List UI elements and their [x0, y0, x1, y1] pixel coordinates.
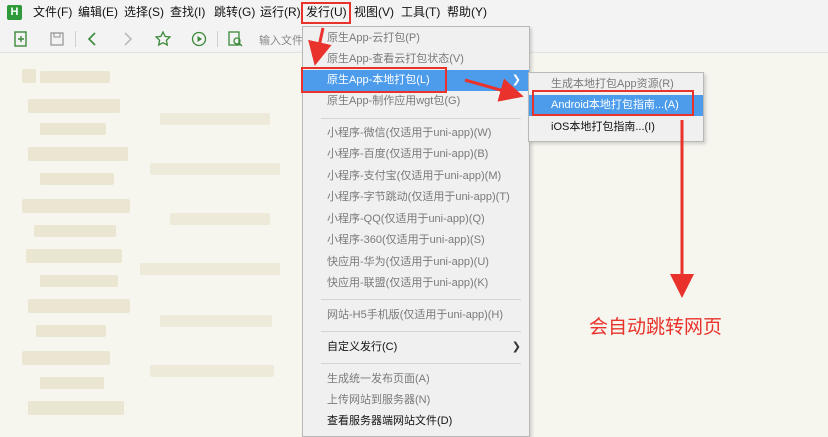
menu-find[interactable]: 查找(I): [170, 0, 205, 25]
menu-item-mp-toutiao[interactable]: 小程序-字节跳动(仅适用于uni-app)(T): [303, 187, 529, 208]
blurred-line: [28, 401, 124, 415]
menu-item-upload-server[interactable]: 上传网站到服务器(N): [303, 390, 529, 411]
menu-item-cloud-package-status[interactable]: 原生App-查看云打包状态(V): [303, 49, 529, 70]
menu-goto[interactable]: 跳转(G): [214, 0, 255, 25]
menu-item-mp-weixin[interactable]: 小程序-微信(仅适用于uni-app)(W): [303, 123, 529, 144]
blurred-line: [160, 113, 270, 125]
menu-item-local-package[interactable]: 原生App-本地打包(L) ❯: [303, 70, 529, 91]
blurred-line: [22, 69, 36, 83]
menu-item-custom-publish[interactable]: 自定义发行(C) ❯: [303, 337, 529, 358]
blurred-line: [28, 147, 128, 161]
blurred-line: [150, 163, 280, 175]
submenu-item-generate-resources[interactable]: 生成本地打包App资源(R): [529, 74, 703, 95]
annotation-text: 会自动跳转网页: [589, 316, 723, 338]
menu-file[interactable]: 文件(F): [33, 0, 72, 25]
blurred-line: [40, 377, 104, 389]
blurred-line: [26, 249, 122, 263]
menu-divider: [321, 118, 521, 119]
new-file-icon[interactable]: [12, 30, 30, 48]
menu-item-wgt-package[interactable]: 原生App-制作应用wgt包(G): [303, 91, 529, 112]
forward-arrow-icon[interactable]: [118, 30, 136, 48]
blurred-line: [28, 299, 130, 313]
menu-divider: [321, 363, 521, 364]
blurred-line: [40, 71, 110, 83]
menu-item-mp-alipay[interactable]: 小程序-支付宝(仅适用于uni-app)(M): [303, 166, 529, 187]
menu-item-cloud-package[interactable]: 原生App-云打包(P): [303, 28, 529, 49]
submenu-item-android-guide[interactable]: Android本地打包指南...(A): [529, 95, 703, 116]
star-icon[interactable]: [154, 30, 172, 48]
toolbar-divider: [75, 31, 76, 47]
blurred-line: [160, 315, 272, 327]
menu-item-custom-publish-label: 自定义发行(C): [327, 341, 398, 353]
menu-edit[interactable]: 编辑(E): [78, 0, 118, 25]
menu-divider: [321, 331, 521, 332]
search-input[interactable]: 输入文件: [259, 32, 303, 48]
menu-select[interactable]: 选择(S): [124, 0, 164, 25]
menu-help[interactable]: 帮助(Y): [447, 0, 487, 25]
menu-item-quickapp-huawei[interactable]: 快应用-华为(仅适用于uni-app)(U): [303, 252, 529, 273]
blurred-line: [40, 275, 118, 287]
blurred-line: [28, 99, 120, 113]
save-icon[interactable]: [48, 30, 66, 48]
menu-divider: [321, 299, 521, 300]
blurred-line: [36, 325, 106, 337]
blurred-line: [150, 365, 274, 377]
blurred-line: [34, 225, 116, 237]
menu-item-view-server-files[interactable]: 查看服务器端网站文件(D): [303, 411, 529, 432]
menu-bar: H 文件(F) 编辑(E) 选择(S) 查找(I) 跳转(G) 运行(R) 发行…: [0, 0, 828, 25]
blurred-line: [22, 351, 110, 365]
toolbar-divider: [217, 31, 218, 47]
run-icon[interactable]: [190, 30, 208, 48]
menu-run[interactable]: 运行(R): [260, 0, 301, 25]
menu-view[interactable]: 视图(V): [354, 0, 394, 25]
blurred-line: [140, 263, 280, 275]
hbuilder-logo-icon: H: [7, 5, 22, 20]
preview-icon[interactable]: [226, 30, 244, 48]
local-package-submenu: 生成本地打包App资源(R) Android本地打包指南...(A) iOS本地…: [528, 72, 704, 142]
blurred-line: [170, 213, 270, 225]
menu-item-mp-baidu[interactable]: 小程序-百度(仅适用于uni-app)(B): [303, 144, 529, 165]
blurred-line: [22, 199, 130, 213]
publish-dropdown-menu: 原生App-云打包(P) 原生App-查看云打包状态(V) 原生App-本地打包…: [302, 26, 530, 437]
menu-item-mp-360[interactable]: 小程序-360(仅适用于uni-app)(S): [303, 230, 529, 251]
menu-publish[interactable]: 发行(U): [306, 0, 347, 25]
menu-item-local-package-label: 原生App-本地打包(L): [327, 74, 430, 86]
menu-item-mp-qq[interactable]: 小程序-QQ(仅适用于uni-app)(Q): [303, 209, 529, 230]
menu-item-publish-page[interactable]: 生成统一发布页面(A): [303, 369, 529, 390]
submenu-item-ios-guide[interactable]: iOS本地打包指南...(I): [529, 117, 703, 138]
back-arrow-icon[interactable]: [84, 30, 102, 48]
blurred-line: [40, 123, 106, 135]
chevron-right-icon: ❯: [511, 341, 521, 353]
chevron-right-icon: ❯: [511, 74, 521, 86]
menu-tools[interactable]: 工具(T): [401, 0, 440, 25]
blurred-line: [40, 173, 114, 185]
menu-item-h5[interactable]: 网站-H5手机版(仅适用于uni-app)(H): [303, 305, 529, 326]
menu-item-quickapp-union[interactable]: 快应用-联盟(仅适用于uni-app)(K): [303, 273, 529, 294]
